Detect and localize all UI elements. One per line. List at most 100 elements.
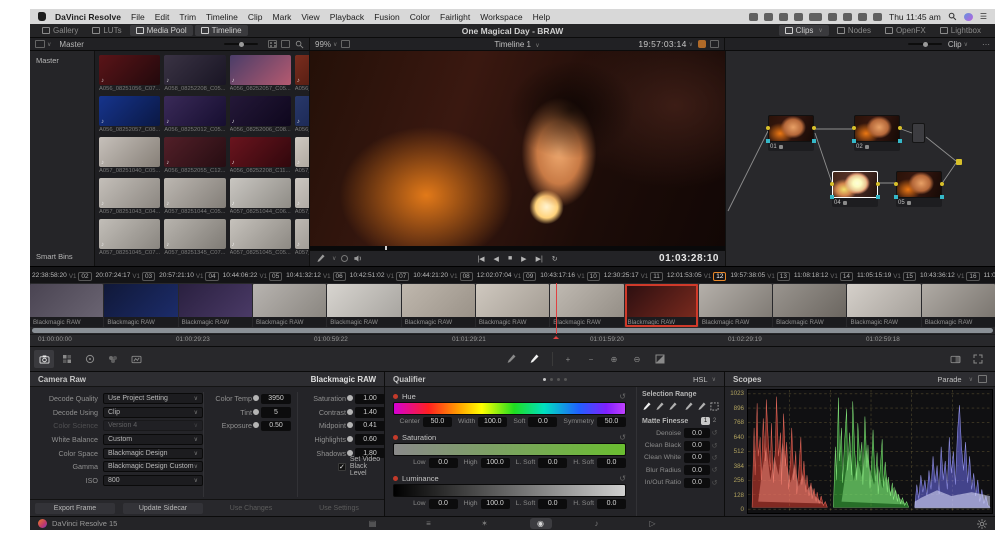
menu-app-name[interactable]: DaVinci Resolve (55, 12, 121, 22)
menu-clip[interactable]: Clip (248, 12, 263, 22)
field-select-iso[interactable]: 800∨ (103, 475, 203, 486)
view-toggle-lightbox[interactable]: Lightbox (934, 25, 987, 36)
menu-fairlight[interactable]: Fairlight (440, 12, 470, 22)
clip-index-entry[interactable]: 10:43:17:16V110 (538, 271, 602, 280)
clip-index-entry[interactable]: 12:30:25:17V111 (602, 271, 665, 280)
gallery-still[interactable]: ♪A056_08252012_C05... (164, 96, 225, 133)
highlight-icon[interactable] (945, 350, 965, 368)
section-enable-toggle[interactable] (393, 394, 398, 399)
slider-knob[interactable] (253, 395, 259, 401)
section-reset-icon[interactable]: ↺ (619, 474, 626, 483)
slider-knob[interactable] (347, 395, 353, 401)
wifi-icon[interactable] (858, 13, 867, 21)
view-toggle-clips[interactable]: Clips∨ (779, 25, 829, 36)
param-value[interactable]: 100.0 (481, 458, 510, 468)
param-value[interactable]: 0.0 (538, 458, 567, 468)
clip-number-badge[interactable]: 15 (903, 272, 916, 281)
list-view-icon[interactable] (281, 40, 290, 48)
rgb-socket-icon[interactable] (898, 126, 902, 130)
color-wheels-palette-icon[interactable] (80, 350, 100, 368)
timeline-clip[interactable]: Blackmagic RAW (327, 284, 400, 327)
node-mode-chevron-icon[interactable]: ∨ (964, 41, 968, 48)
clip-number-badge[interactable]: 08 (460, 272, 473, 281)
matte-param-reset-icon[interactable]: ↺ (710, 466, 719, 474)
clip-index-entry[interactable]: 11:05:15:19V115 (855, 271, 918, 280)
timeline-clip[interactable]: Blackmagic RAW (253, 284, 326, 327)
timeline-clip[interactable]: Blackmagic RAW (476, 284, 549, 327)
rgb-socket-icon[interactable] (894, 182, 898, 186)
luminance-range-bar[interactable] (393, 484, 626, 497)
clip-index-entry[interactable]: 10:42:51:02V107 (348, 271, 412, 280)
panel-toggle-timeline[interactable]: Timeline (195, 25, 248, 36)
picker-add-icon[interactable]: + (558, 350, 578, 368)
timeline-clip[interactable]: Blackmagic RAW (773, 284, 846, 327)
motion-effects-palette-icon[interactable] (126, 350, 146, 368)
picker-subtract-icon[interactable] (668, 401, 678, 411)
timeline-clip[interactable]: Blackmagic RAW (104, 284, 177, 327)
menu-file[interactable]: File (131, 12, 145, 22)
menu-workspace[interactable]: Workspace (480, 12, 522, 22)
field-select-color-space[interactable]: Blackmagic Design∨ (103, 448, 203, 459)
clip-index-entry[interactable]: 11:06:50:21V117 (982, 271, 996, 280)
rgb-socket-icon[interactable] (830, 182, 834, 186)
section-enable-toggle[interactable] (393, 476, 398, 481)
stop-icon[interactable]: ■ (508, 255, 512, 263)
corrector-node-02[interactable]: 02 (854, 115, 900, 151)
matte-page-1[interactable]: 1 (701, 417, 710, 425)
softness-subtract-icon[interactable]: ⊖ (627, 350, 647, 368)
timeline-clip[interactable]: Blackmagic RAW (699, 284, 772, 327)
clip-number-badge[interactable]: 10 (587, 272, 600, 281)
key-socket-icon[interactable] (876, 195, 880, 199)
panel-toggle-gallery[interactable]: Gallery (36, 25, 84, 36)
gallery-still[interactable]: ♪A057_08251044_C07... (295, 178, 310, 215)
volume-icon[interactable] (873, 13, 882, 21)
scope-expand-icon[interactable] (968, 350, 988, 368)
rgb-socket-icon[interactable] (876, 182, 880, 186)
param-value[interactable]: 0.0 (538, 499, 567, 509)
timeline-selector-chevron-icon[interactable]: ∨ (535, 43, 539, 49)
qualifier-mode-select[interactable]: HSL (693, 375, 708, 384)
clip-number-badge[interactable]: 16 (966, 272, 979, 281)
clip-index-entry[interactable]: 11:08:18:12V114 (792, 271, 855, 280)
keyboard-icon[interactable] (794, 13, 803, 21)
gallery-still[interactable]: ♪A056_08252057_C05... (230, 55, 291, 92)
section-reset-icon[interactable]: ↺ (619, 392, 626, 401)
media-page-icon[interactable]: ▤ (362, 518, 384, 529)
matte-param-value[interactable]: 0.0 (684, 441, 710, 451)
audio-mute-icon[interactable] (353, 254, 363, 263)
key-socket-icon[interactable] (812, 139, 816, 143)
still-filter-icon[interactable] (35, 40, 45, 48)
display-icon[interactable] (749, 13, 758, 21)
menu-color[interactable]: Color (410, 12, 430, 22)
picker-subtract-icon[interactable]: − (581, 350, 601, 368)
menu-mark[interactable]: Mark (273, 12, 292, 22)
bin-master[interactable]: Master (30, 54, 94, 67)
step-back-icon[interactable]: ◀ (494, 255, 499, 263)
loop-icon[interactable]: ↻ (552, 255, 558, 263)
node-zoom-slider[interactable] (908, 43, 942, 45)
clip-index-entry[interactable]: 20:07:24:17V103 (94, 271, 158, 280)
clip-number-badge[interactable]: 13 (777, 272, 790, 281)
gallery-still[interactable]: ♪A056_08252057_C08... (99, 96, 160, 133)
clip-index-entry[interactable]: 10:44:06:22V105 (221, 271, 285, 280)
siri-icon[interactable] (964, 13, 973, 21)
param-value[interactable]: 50.0 (597, 417, 626, 427)
gallery-still[interactable]: ♪A057_08251044_C06... (230, 178, 291, 215)
matte-param-reset-icon[interactable]: ↺ (710, 454, 719, 462)
field-select-decode-quality[interactable]: Use Project Setting∨ (103, 393, 203, 404)
menu-trim[interactable]: Trim (179, 12, 196, 22)
clip-index-entry[interactable]: 19:57:38:05V113 (728, 271, 792, 280)
key-socket-icon[interactable] (830, 195, 834, 199)
slider-knob[interactable] (347, 436, 353, 442)
panel-toggle-luts[interactable]: LUTs (86, 25, 127, 36)
scope-mode-select[interactable]: Parade (937, 375, 961, 384)
gallery-still[interactable]: ♪A057_08251043_C04... (99, 178, 160, 215)
gallery-still[interactable]: ♪A057_08251041_C06... (295, 137, 310, 174)
matte-param-reset-icon[interactable]: ↺ (710, 442, 719, 450)
scope-mode-chevron-icon[interactable]: ∨ (969, 376, 973, 383)
clip-index-entry[interactable]: 12:01:53:05V112 (665, 271, 729, 280)
picker-icon[interactable] (642, 401, 652, 411)
matte-param-value[interactable]: 0.0 (684, 453, 710, 463)
clip-index-entry[interactable]: 10:41:32:12V106 (284, 271, 348, 280)
timeline-clip[interactable]: Blackmagic RAW (179, 284, 252, 327)
